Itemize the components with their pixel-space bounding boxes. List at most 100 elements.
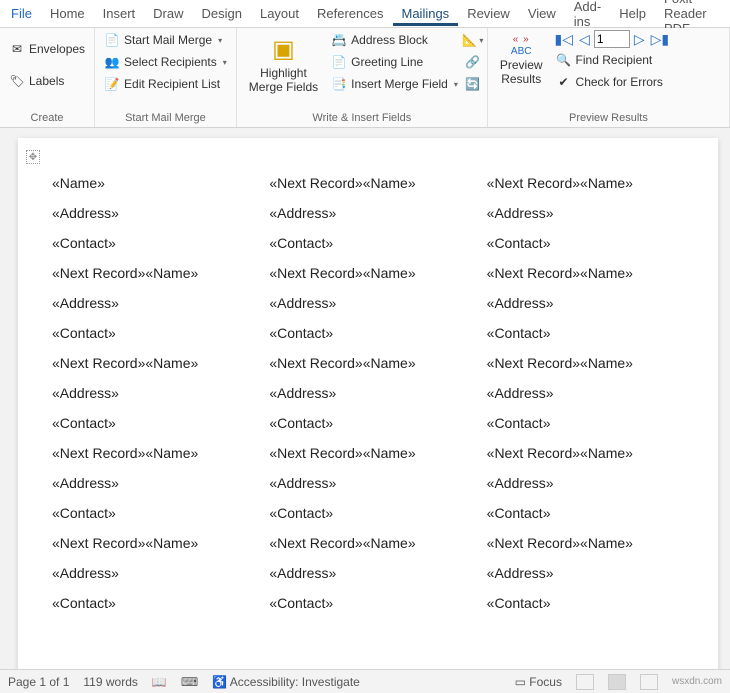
match-fields-icon[interactable]: 🔗 xyxy=(465,54,481,70)
tab-references[interactable]: References xyxy=(308,1,392,26)
proofing-icon[interactable]: 📖 xyxy=(152,675,167,689)
labels-button[interactable]: 🏷 Labels xyxy=(6,71,88,91)
next-record-button[interactable]: ▷ xyxy=(632,31,647,48)
merge-field: «Next Record»«Name» xyxy=(263,173,480,203)
merge-field: «Contact» xyxy=(46,323,263,353)
merge-field: «Address» xyxy=(481,293,698,323)
page-indicator[interactable]: Page 1 of 1 xyxy=(8,675,69,689)
merge-field: «Address» xyxy=(481,563,698,593)
tab-home[interactable]: Home xyxy=(41,1,94,26)
merge-field: «Next Record»«Name» xyxy=(263,263,480,293)
edit-recipient-list-button[interactable]: 📝 Edit Recipient List xyxy=(101,74,230,94)
merge-field: «Contact» xyxy=(481,233,698,263)
labels-label: Labels xyxy=(29,74,64,88)
first-record-button[interactable]: ▮◁ xyxy=(553,31,575,48)
merge-field: «Contact» xyxy=(481,503,698,533)
start-mail-merge-button[interactable]: 📄 Start Mail Merge ▾ xyxy=(101,30,230,50)
address-block-icon: 📇 xyxy=(331,32,347,48)
merge-field: «Contact» xyxy=(46,503,263,533)
ribbon-tabs: File Home Insert Draw Design Layout Refe… xyxy=(0,0,730,28)
merge-field: «Next Record»«Name» xyxy=(263,353,480,383)
insert-merge-field-button[interactable]: 📑 Insert Merge Field ▾ xyxy=(328,74,461,94)
highlight-icon: ▣ xyxy=(267,34,299,66)
ribbon: ✉ Envelopes 🏷 Labels Create 📄 Start Mail… xyxy=(0,28,730,128)
find-recipient-button[interactable]: 🔍 Find Recipient xyxy=(553,50,672,70)
merge-field: «Address» xyxy=(263,473,480,503)
tab-view[interactable]: View xyxy=(519,1,565,26)
accessibility-status[interactable]: ♿ Accessibility: Investigate xyxy=(212,675,360,689)
insert-field-icon: 📑 xyxy=(331,76,347,92)
labels-icon: 🏷 xyxy=(9,73,25,89)
record-number-input[interactable] xyxy=(594,30,630,48)
merge-field: «Address» xyxy=(46,473,263,503)
read-mode-button[interactable] xyxy=(576,674,594,690)
group-preview: « » ABC Preview Results ▮◁ ◁ ▷ ▷▮ 🔍 Find… xyxy=(488,28,730,127)
merge-field: «Contact» xyxy=(481,593,698,623)
tab-mailings[interactable]: Mailings xyxy=(393,1,459,26)
group-start-merge: 📄 Start Mail Merge ▾ 👥 Select Recipients… xyxy=(95,28,237,127)
merge-field: «Contact» xyxy=(46,413,263,443)
language-icon[interactable]: ⌨ xyxy=(181,675,198,689)
edit-list-label: Edit Recipient List xyxy=(124,77,220,91)
page[interactable]: ✥ «Name»«Next Record»«Name»«Next Record»… xyxy=(18,138,718,669)
envelopes-label: Envelopes xyxy=(29,42,85,56)
word-count[interactable]: 119 words xyxy=(83,675,137,689)
group-create: ✉ Envelopes 🏷 Labels Create xyxy=(0,28,95,127)
tab-design[interactable]: Design xyxy=(193,1,251,26)
merge-field: «Next Record»«Name» xyxy=(46,443,263,473)
select-recipients-button[interactable]: 👥 Select Recipients ▾ xyxy=(101,52,230,72)
focus-button[interactable]: ▭ Focus xyxy=(515,675,562,689)
merge-field: «Contact» xyxy=(481,413,698,443)
merge-field: «Contact» xyxy=(263,413,480,443)
merge-field: «Address» xyxy=(263,563,480,593)
watermark: wsxdn.com xyxy=(672,676,722,687)
insert-field-label: Insert Merge Field xyxy=(351,77,448,91)
errors-label: Check for Errors xyxy=(576,75,663,89)
merge-field: «Name» xyxy=(46,173,263,203)
preview-results-button[interactable]: « » ABC Preview Results xyxy=(494,30,549,91)
preview-label: Preview Results xyxy=(500,58,543,87)
rules-icon[interactable]: 📐▾ xyxy=(465,32,481,48)
merge-field: «Next Record»«Name» xyxy=(481,533,698,563)
search-icon: 🔍 xyxy=(556,52,572,68)
check-icon: ✔ xyxy=(556,74,572,90)
merge-field: «Address» xyxy=(46,293,263,323)
highlight-label: Highlight Merge Fields xyxy=(249,66,318,95)
envelopes-button[interactable]: ✉ Envelopes xyxy=(6,39,88,59)
tab-file[interactable]: File xyxy=(2,1,41,26)
status-bar: Page 1 of 1 119 words 📖 ⌨ ♿ Accessibilit… xyxy=(0,669,730,693)
table-anchor-icon[interactable]: ✥ xyxy=(26,150,40,164)
find-label: Find Recipient xyxy=(576,53,653,67)
focus-label: Focus xyxy=(529,675,562,689)
update-labels-icon[interactable]: 🔄 xyxy=(465,76,481,92)
start-merge-label: Start Mail Merge xyxy=(124,33,212,47)
check-errors-button[interactable]: ✔ Check for Errors xyxy=(553,72,672,92)
print-layout-button[interactable] xyxy=(608,674,626,690)
last-record-button[interactable]: ▷▮ xyxy=(649,31,671,48)
merge-field: «Address» xyxy=(46,203,263,233)
merge-field: «Next Record»«Name» xyxy=(481,173,698,203)
merge-field: «Contact» xyxy=(263,503,480,533)
focus-icon: ▭ xyxy=(515,675,526,689)
address-block-button[interactable]: 📇 Address Block xyxy=(328,30,461,50)
tab-insert[interactable]: Insert xyxy=(94,1,145,26)
envelope-icon: ✉ xyxy=(9,41,25,57)
highlight-fields-button[interactable]: ▣ Highlight Merge Fields xyxy=(243,30,324,99)
prev-record-button[interactable]: ◁ xyxy=(577,31,592,48)
merge-field: «Address» xyxy=(263,383,480,413)
group-create-label: Create xyxy=(6,110,88,127)
tab-review[interactable]: Review xyxy=(458,1,519,26)
accessibility-icon: ♿ xyxy=(212,675,227,689)
merge-field: «Next Record»«Name» xyxy=(46,263,263,293)
merge-field: «Contact» xyxy=(46,233,263,263)
group-preview-label: Preview Results xyxy=(494,110,723,127)
merge-field: «Contact» xyxy=(263,233,480,263)
greeting-line-button[interactable]: 📄 Greeting Line xyxy=(328,52,461,72)
merge-field: «Address» xyxy=(481,473,698,503)
start-merge-icon: 📄 xyxy=(104,32,120,48)
tab-layout[interactable]: Layout xyxy=(251,1,308,26)
tab-help[interactable]: Help xyxy=(610,1,655,26)
tab-draw[interactable]: Draw xyxy=(144,1,192,26)
web-layout-button[interactable] xyxy=(640,674,658,690)
group-start-label: Start Mail Merge xyxy=(101,110,230,127)
